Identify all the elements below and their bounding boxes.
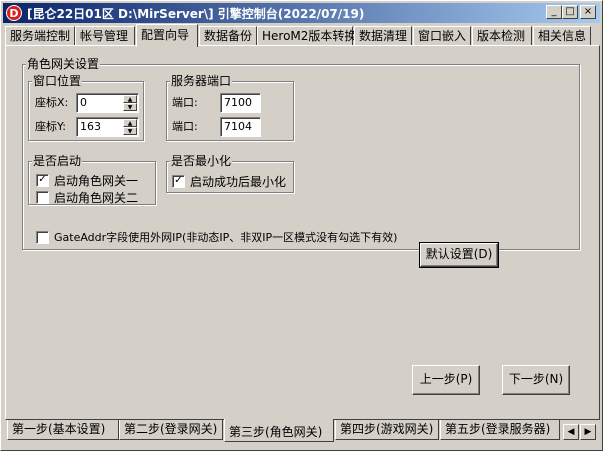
auto-start-label: 是否启动 [32, 154, 83, 168]
tab-data-backup[interactable]: 数据备份 [199, 26, 257, 46]
port1-input[interactable]: 7100 [220, 93, 261, 113]
next-step-button[interactable]: 下一步(N) [502, 365, 570, 395]
y-coord-spinner[interactable]: ▲ ▼ [123, 119, 137, 135]
tab-step-4[interactable]: 第四步(游戏网关) [335, 420, 439, 440]
minimize-label: 是否最小化 [170, 154, 233, 168]
config-page: 角色网关设置 窗口位置 座标X: 0 ▲ ▼ 座标Y: 163 ▲ ▼ 服务器端口 … [5, 45, 600, 420]
x-coord-value: 0 [80, 96, 87, 109]
port1-label: 端口: [172, 96, 198, 109]
minimize-button[interactable]: _ [546, 5, 562, 19]
port2-input[interactable]: 7104 [220, 117, 261, 137]
tab-step-2[interactable]: 第二步(登录网关) [119, 420, 223, 440]
minimize-after-start-label: 启动成功后最小化 [190, 175, 287, 189]
y-coord-label: 座标Y: [35, 120, 66, 133]
tab-step-5[interactable]: 第五步(登录服务器) [440, 420, 560, 440]
checkbox-box[interactable]: ✓ [36, 174, 49, 187]
tab-scroll-left-icon[interactable]: ◀ [563, 424, 579, 440]
tab-window-embed[interactable]: 窗口嵌入 [413, 26, 471, 46]
main-window: D [昆仑22日01区 D:\MirServer\] 引擎控制台(2022/07… [0, 0, 603, 451]
window-title: [昆仑22日01区 D:\MirServer\] 引擎控制台(2022/07/1… [27, 7, 365, 21]
default-settings-button[interactable]: 默认设置(D) [419, 242, 499, 268]
tab-data-cleanup[interactable]: 数据清理 [354, 26, 412, 46]
tab-related-info[interactable]: 相关信息 [533, 26, 591, 46]
port2-label: 端口: [172, 120, 198, 133]
bottom-tab-bar: 第一步(基本设置) 第二步(登录网关) 第三步(角色网关) 第四步(游戏网关) … [5, 419, 600, 444]
tab-herom2-convert[interactable]: HeroM2版本转换 [257, 26, 356, 46]
start-role-gateway-2-label: 启动角色网关二 [54, 191, 139, 205]
tab-config-wizard[interactable]: 配置向导 [136, 24, 198, 47]
start-role-gateway-1-checkbox[interactable]: ✓ 启动角色网关一 [36, 172, 138, 189]
top-tab-bar: 服务端控制 帐号管理 配置向导 数据备份 HeroM2版本转换 数据清理 窗口嵌… [5, 24, 600, 47]
checkbox-box[interactable] [36, 191, 49, 204]
checkbox-box[interactable]: ✓ [172, 175, 185, 188]
x-coord-label: 座标X: [35, 96, 69, 109]
start-role-gateway-1-label: 启动角色网关一 [54, 174, 139, 188]
app-icon: D [6, 5, 22, 21]
gateaddr-external-ip-label: GateAddr字段使用外网IP(非动态IP、非双IP一区模式没有勾选下有效) [54, 231, 398, 244]
x-coord-spinner[interactable]: ▲ ▼ [123, 95, 137, 111]
tab-scroll-right-icon[interactable]: ▶ [580, 424, 596, 440]
tab-step-1[interactable]: 第一步(基本设置) [7, 420, 119, 440]
start-role-gateway-2-checkbox[interactable]: 启动角色网关二 [36, 189, 138, 206]
title-bar[interactable]: D [昆仑22日01区 D:\MirServer\] 引擎控制台(2022/07… [3, 3, 600, 23]
tab-account-management[interactable]: 帐号管理 [75, 26, 135, 46]
y-coord-input[interactable]: 163 ▲ ▼ [76, 117, 139, 137]
y-coord-value: 163 [80, 120, 101, 133]
tab-version-check[interactable]: 版本检测 [472, 26, 532, 46]
checkbox-box[interactable] [36, 230, 49, 244]
role-gateway-group-label: 角色网关设置 [26, 57, 101, 71]
tab-step-3[interactable]: 第三步(角色网关) [224, 419, 334, 442]
tab-server-control[interactable]: 服务端控制 [5, 26, 75, 46]
maximize-button[interactable]: □ [562, 5, 578, 19]
server-port-label: 服务器端口 [170, 74, 233, 88]
x-coord-input[interactable]: 0 ▲ ▼ [76, 93, 139, 113]
prev-step-button[interactable]: 上一步(P) [412, 365, 480, 395]
close-button[interactable]: × [580, 5, 596, 19]
gateaddr-external-ip-checkbox[interactable]: GateAddr字段使用外网IP(非动态IP、非双IP一区模式没有勾选下有效) [36, 229, 397, 245]
minimize-after-start-checkbox[interactable]: ✓ 启动成功后最小化 [172, 173, 286, 190]
window-position-label: 窗口位置 [32, 74, 83, 88]
